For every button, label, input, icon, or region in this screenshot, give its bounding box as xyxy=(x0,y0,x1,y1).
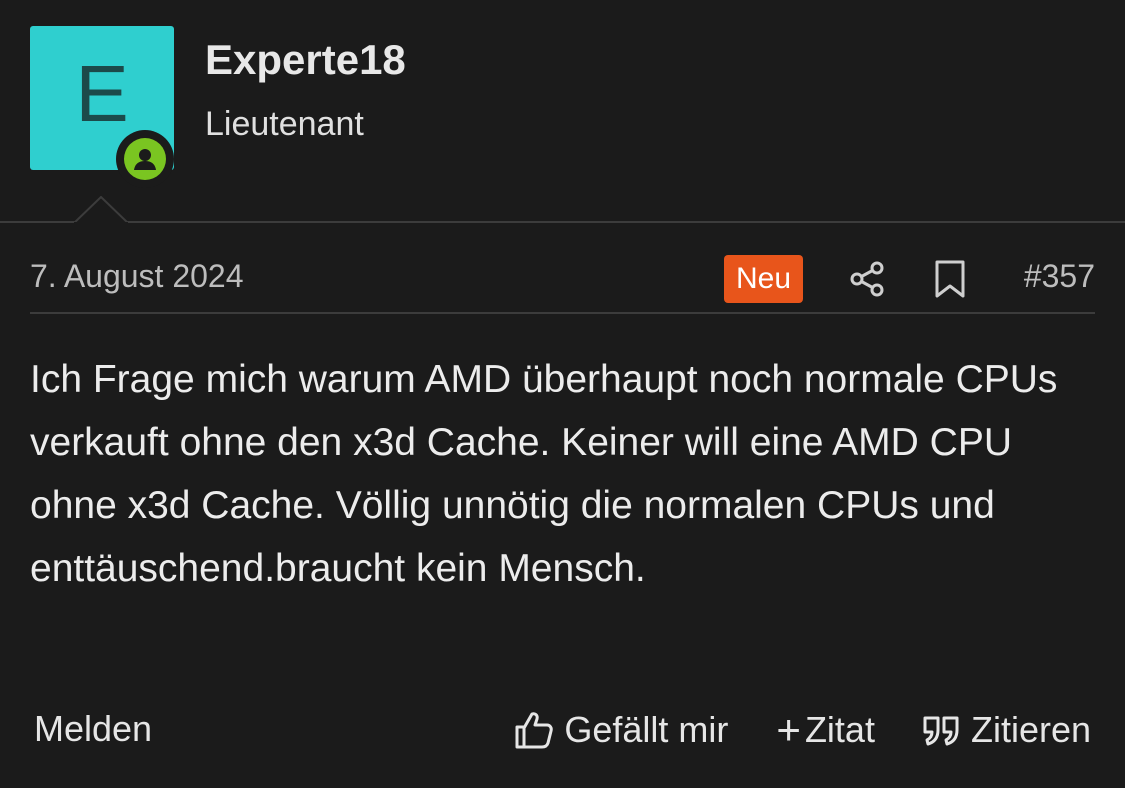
post-footer: Melden Gefällt mir + Zitat Zitieren xyxy=(30,700,1095,760)
share-icon[interactable] xyxy=(848,260,886,298)
quote-add-button[interactable]: + Zitat xyxy=(776,709,875,751)
like-button[interactable]: Gefällt mir xyxy=(514,709,728,751)
post-date[interactable]: 7. August 2024 xyxy=(30,258,244,295)
post-actions: Gefällt mir + Zitat Zitieren xyxy=(514,700,1091,760)
thumbs-up-icon xyxy=(515,712,554,749)
post-number-link[interactable]: #357 xyxy=(1024,258,1095,295)
quote-icon xyxy=(923,716,959,746)
header-divider xyxy=(0,221,1125,223)
post-body: Ich Frage mich warum AMD überhaupt noch … xyxy=(30,358,1058,590)
plus-icon: + xyxy=(776,706,801,753)
speech-pointer xyxy=(74,196,128,224)
online-status-badge xyxy=(116,130,174,188)
author-rank: Lieutenant xyxy=(205,105,364,143)
bookmark-icon[interactable] xyxy=(933,260,967,298)
quote-button[interactable]: Zitieren xyxy=(923,709,1091,751)
meta-divider xyxy=(30,312,1095,314)
post-author-header: E Experte18 Lieutenant xyxy=(0,0,1125,222)
avatar-letter: E xyxy=(75,49,129,138)
like-label: Gefällt mir xyxy=(564,709,729,750)
new-badge: Neu xyxy=(724,255,804,303)
author-name[interactable]: Experte18 xyxy=(205,36,406,84)
post-meta-row: 7. August 2024 Neu #357 xyxy=(30,250,1095,310)
user-online-icon xyxy=(124,138,166,180)
quote-label: Zitieren xyxy=(970,709,1091,750)
quote-add-label: Zitat xyxy=(804,709,875,750)
report-button[interactable]: Melden xyxy=(34,708,152,750)
